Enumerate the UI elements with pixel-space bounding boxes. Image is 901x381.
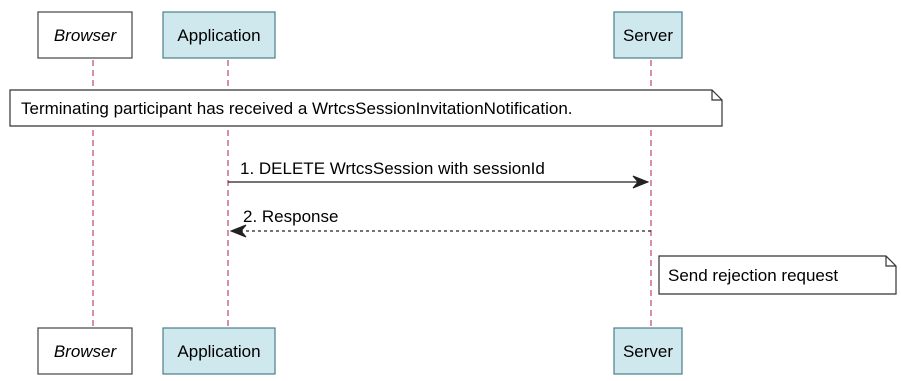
- message-1-label: 1. DELETE WrtcsSession with sessionId: [240, 159, 545, 178]
- note-rejection: Send rejection request: [658, 255, 897, 295]
- participant-application-bottom-label: Application: [177, 342, 260, 361]
- note-terminating: Terminating participant has received a W…: [9, 89, 723, 127]
- participant-application-label: Application: [177, 26, 260, 45]
- message-1: 1. DELETE WrtcsSession with sessionId: [228, 159, 650, 189]
- participant-server-bottom: Server: [613, 327, 683, 375]
- participant-server-top: Server: [613, 11, 683, 59]
- message-2: 2. Response: [229, 207, 651, 238]
- participant-application-top: Application: [162, 11, 276, 59]
- note-rejection-text: Send rejection request: [668, 266, 838, 285]
- participant-browser-top: Browser: [37, 11, 133, 59]
- participant-browser-bottom-label: Browser: [54, 342, 118, 361]
- message-2-label: 2. Response: [243, 207, 338, 226]
- participant-server-label: Server: [623, 26, 673, 45]
- note-terminating-text: Terminating participant has received a W…: [21, 99, 573, 118]
- sequence-diagram: Browser Application Server Terminating p…: [9, 11, 897, 375]
- participant-server-bottom-label: Server: [623, 342, 673, 361]
- participant-browser-label: Browser: [54, 26, 118, 45]
- participant-application-bottom: Application: [162, 327, 276, 375]
- participant-browser-bottom: Browser: [37, 327, 133, 375]
- message-2-arrowhead: [229, 224, 247, 238]
